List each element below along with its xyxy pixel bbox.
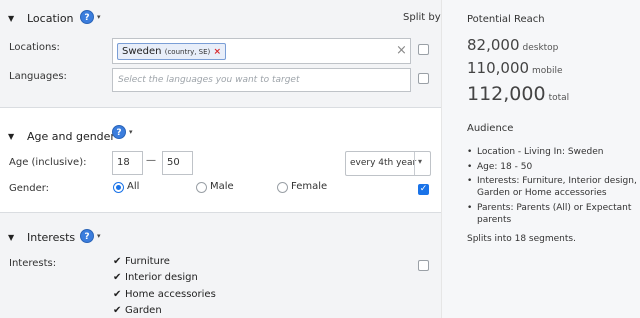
age-max-input[interactable]: 50: [162, 151, 193, 175]
token-label: Sweden: [122, 46, 162, 57]
potential-reach-title: Potential Reach: [467, 14, 545, 25]
desktop-reach-value: 82,000: [467, 36, 520, 54]
bullet-icon: •: [467, 147, 473, 157]
gender-male-label[interactable]: Male: [210, 181, 234, 192]
interests-label: Interests:: [9, 258, 57, 269]
age-min-input[interactable]: 18: [112, 151, 143, 175]
languages-placeholder: Select the languages you want to target: [118, 75, 300, 85]
age-max-value: 50: [167, 157, 180, 168]
interest-label: Garden: [125, 305, 162, 316]
help-dropdown-caret-icon[interactable]: ▾: [97, 232, 101, 240]
split-interests-checkbox[interactable]: [418, 260, 429, 271]
section-divider: [0, 107, 441, 108]
location-title: Location: [27, 12, 74, 25]
location-header[interactable]: ▼ Location ? ▾: [0, 0, 441, 36]
audience-item: • Interests: Furniture, Interior design, …: [467, 175, 637, 199]
help-dropdown-caret-icon[interactable]: ▾: [97, 13, 101, 21]
desktop-reach: 82,000 desktop: [467, 36, 558, 54]
interest-label: Home accessories: [125, 289, 216, 300]
age-split-select[interactable]: every 4th year ▾: [345, 151, 431, 176]
audience-item: • Age: 18 - 50: [467, 161, 637, 173]
interest-item: ✔ Furniture: [113, 256, 170, 267]
mobile-reach-unit: mobile: [532, 66, 563, 76]
interest-item: ✔ Garden: [113, 305, 162, 316]
chevron-down-icon[interactable]: ▾: [418, 157, 422, 166]
languages-label: Languages:: [9, 71, 67, 82]
clear-icon[interactable]: ×: [396, 43, 407, 58]
gender-male-radio[interactable]: [196, 182, 207, 193]
total-reach-unit: total: [548, 93, 570, 103]
interests-title: Interests: [27, 231, 76, 244]
gender-label: Gender:: [9, 183, 50, 194]
audience-item-text: Interests: Furniture, Interior design, G…: [477, 176, 637, 198]
bullet-icon: •: [467, 176, 473, 186]
audience-item: • Location - Living In: Sweden: [467, 146, 637, 158]
age-gender-title: Age and gender: [27, 130, 115, 143]
help-icon[interactable]: ?: [80, 10, 94, 24]
interest-label: Interior design: [125, 272, 198, 283]
locations-input[interactable]: Sweden (country, SE) × ×: [112, 38, 411, 64]
age-range-dash: —: [146, 155, 156, 166]
targeting-panel: ▼ Location ? ▾ Split by Locations: Swede…: [0, 0, 441, 318]
audience-item-text: Location - Living In: Sweden: [477, 147, 604, 157]
age-split-value: every 4th year: [350, 158, 417, 168]
collapse-caret-icon[interactable]: ▼: [8, 233, 14, 242]
split-by-header: Split by: [403, 12, 441, 23]
age-label: Age (inclusive):: [9, 157, 87, 168]
splits-note: Splits into 18 segments.: [467, 234, 576, 244]
help-dropdown-caret-icon[interactable]: ▾: [129, 128, 133, 136]
desktop-reach-unit: desktop: [522, 43, 559, 53]
interests-header[interactable]: ▼ Interests ? ▾: [0, 221, 441, 257]
total-reach: 112,000 total: [467, 83, 569, 105]
languages-input[interactable]: Select the languages you want to target: [112, 68, 411, 92]
gender-all-radio[interactable]: [113, 182, 124, 193]
gender-female-radio[interactable]: [277, 182, 288, 193]
help-icon[interactable]: ?: [112, 125, 126, 139]
check-icon: ✔: [113, 272, 122, 283]
interest-item: ✔ Interior design: [113, 272, 198, 283]
age-min-value: 18: [117, 157, 130, 168]
check-icon: ✔: [113, 256, 122, 267]
total-reach-value: 112,000: [467, 83, 546, 105]
collapse-caret-icon[interactable]: ▼: [8, 14, 14, 23]
interest-label: Furniture: [125, 256, 170, 267]
audience-item: • Parents: Parents (All) or Expectant par…: [467, 202, 637, 226]
locations-label: Locations:: [9, 42, 60, 53]
split-gender-checkbox[interactable]: ✓: [418, 184, 429, 195]
help-icon[interactable]: ?: [80, 229, 94, 243]
token-detail: (country, SE): [164, 48, 211, 56]
interest-item: ✔ Home accessories: [113, 289, 216, 300]
mobile-reach-value: 110,000: [467, 59, 530, 77]
mobile-reach: 110,000 mobile: [467, 59, 563, 77]
split-locations-checkbox[interactable]: [418, 44, 429, 55]
audience-item-text: Age: 18 - 50: [477, 162, 533, 172]
check-icon: ✔: [113, 305, 122, 316]
gender-all-label[interactable]: All: [127, 181, 139, 192]
select-divider: [414, 152, 415, 175]
check-icon: ✔: [113, 289, 122, 300]
collapse-caret-icon[interactable]: ▼: [8, 132, 14, 141]
split-languages-checkbox[interactable]: [418, 73, 429, 84]
remove-token-icon[interactable]: ×: [213, 47, 221, 57]
gender-female-label[interactable]: Female: [291, 181, 327, 192]
bullet-icon: •: [467, 203, 473, 213]
audience-item-text: Parents: Parents (All) or Expectant pare…: [477, 203, 632, 225]
location-token: Sweden (country, SE) ×: [117, 43, 227, 60]
bullet-icon: •: [467, 162, 473, 172]
audience-title: Audience: [467, 123, 514, 134]
